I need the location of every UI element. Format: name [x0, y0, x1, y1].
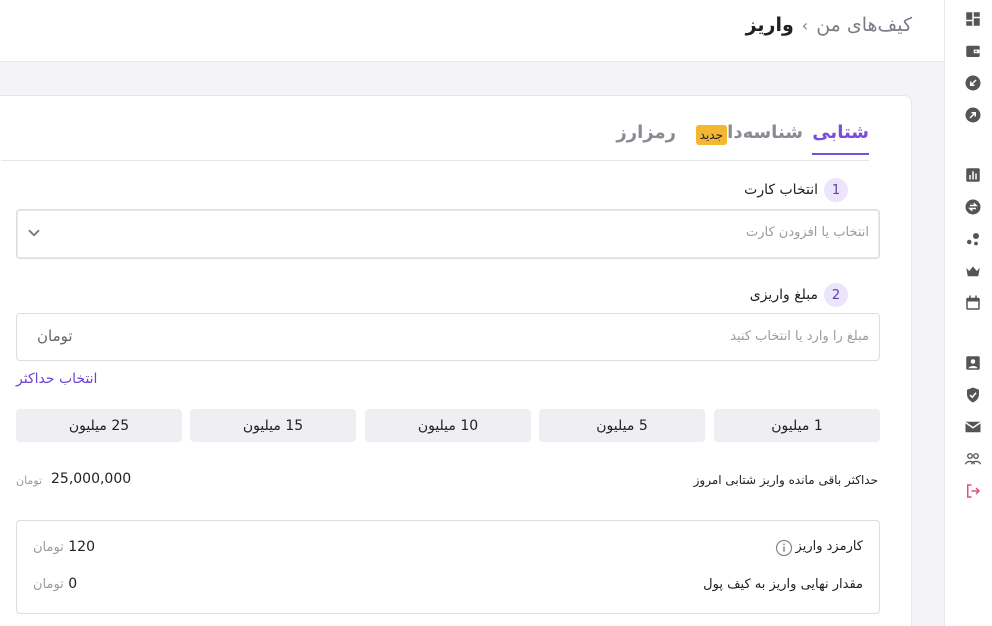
- final-amount: 0: [68, 576, 78, 592]
- chart-icon[interactable]: [963, 165, 983, 185]
- withdraw-icon[interactable]: [963, 105, 983, 125]
- breadcrumb: کیف‌های من › واریز: [746, 14, 912, 36]
- chevron-down-icon: [28, 229, 40, 237]
- calendar-icon[interactable]: [963, 293, 983, 313]
- step-amount: 2 مبلغ واریزی: [750, 283, 848, 307]
- step-number: 1: [824, 178, 848, 202]
- chip-5m[interactable]: 5 میلیون: [539, 409, 705, 442]
- fee-unit: تومان: [33, 540, 64, 555]
- final-value: 0 تومان: [33, 576, 77, 592]
- step-number: 2: [824, 283, 848, 307]
- bubbles-icon[interactable]: [963, 229, 983, 249]
- icon-sidebar: [944, 0, 992, 626]
- exchange-icon[interactable]: [963, 197, 983, 217]
- fee-label: کارمزد واریز: [795, 539, 863, 554]
- fee-amount: 120: [68, 539, 95, 555]
- logout-icon[interactable]: [963, 481, 983, 501]
- select-max-link[interactable]: انتخاب حداکثر: [16, 371, 97, 387]
- tab-crypto[interactable]: رمزارز: [616, 122, 676, 143]
- step-label: مبلغ واریزی: [749, 287, 818, 303]
- card-select[interactable]: انتخاب یا افزودن کارت: [16, 209, 880, 259]
- step-label: انتخاب کارت: [744, 182, 818, 198]
- amount-unit: تومان: [37, 327, 73, 345]
- fee-summary: کارمزد واریز 120 تومان مقدار نهایی واریز…: [16, 520, 880, 614]
- limit-unit: تومان: [16, 474, 43, 487]
- chip-15m[interactable]: 15 میلیون: [190, 409, 356, 442]
- crown-icon[interactable]: [963, 261, 983, 281]
- fee-value: 120 تومان: [33, 539, 95, 555]
- deposit-card: شتابی شناسه‌دار جدید رمزارز 1 انتخاب کار…: [0, 95, 912, 626]
- amount-chips: 1 میلیون 5 میلیون 10 میلیون 15 میلیون 25…: [16, 409, 880, 442]
- chip-25m[interactable]: 25 میلیون: [16, 409, 182, 442]
- card-select-placeholder: انتخاب یا افزودن کارت: [746, 225, 869, 240]
- limit-value: 25,000,000: [51, 471, 132, 487]
- deposit-icon[interactable]: [963, 73, 983, 93]
- final-unit: تومان: [33, 577, 64, 592]
- chip-1m[interactable]: 1 میلیون: [714, 409, 880, 442]
- wallet-icon[interactable]: [963, 41, 983, 61]
- new-badge: جدید: [695, 125, 727, 145]
- chip-10m[interactable]: 10 میلیون: [365, 409, 531, 442]
- deposit-tabs: شتابی شناسه‌دار جدید رمزارز: [1, 96, 869, 161]
- amount-input[interactable]: مبلغ را وارد یا انتخاب کنید تومان: [16, 313, 880, 361]
- mail-icon[interactable]: [963, 417, 983, 437]
- dashboard-icon[interactable]: [963, 9, 983, 29]
- page-header: کیف‌های من › واریز: [0, 0, 944, 62]
- amount-placeholder: مبلغ را وارد یا انتخاب کنید: [730, 329, 869, 344]
- shield-check-icon[interactable]: [963, 385, 983, 405]
- breadcrumb-current: واریز: [745, 14, 794, 36]
- info-icon[interactable]: [775, 539, 793, 557]
- tab-shetabi[interactable]: شتابی: [812, 122, 869, 155]
- profile-icon[interactable]: [963, 353, 983, 373]
- final-amount-label: مقدار نهایی واریز به کیف پول: [703, 577, 863, 592]
- users-icon[interactable]: [963, 449, 983, 469]
- breadcrumb-parent[interactable]: کیف‌های من: [816, 14, 912, 36]
- breadcrumb-separator: ›: [801, 15, 809, 35]
- step-select-card: 1 انتخاب کارت: [744, 178, 848, 202]
- tab-identified[interactable]: شناسه‌دار: [717, 122, 803, 143]
- limit-label: حداکثر باقی مانده واریز شتابی امروز: [693, 473, 878, 487]
